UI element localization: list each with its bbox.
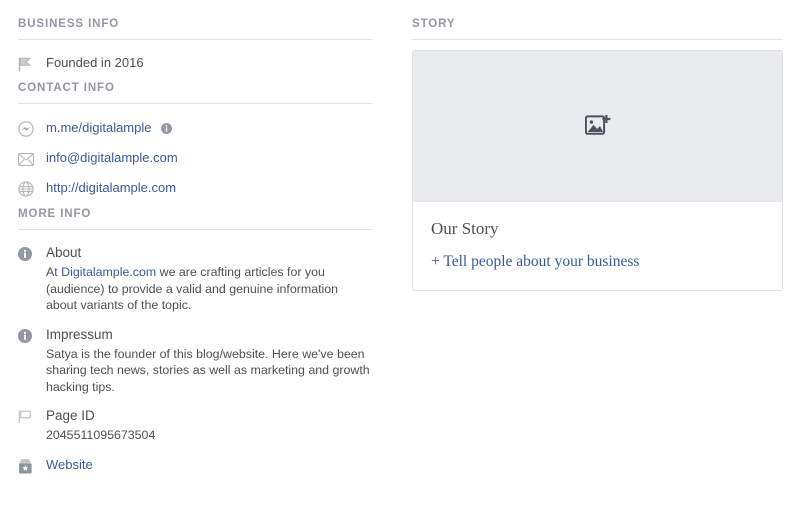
contact-info-section: CONTACT INFO m.me/digitalample info@digi… (18, 82, 372, 204)
story-title: Our Story (431, 219, 499, 238)
divider (18, 103, 372, 104)
business-info-founded-row: Founded in 2016 (18, 50, 372, 78)
flag-outline-icon (18, 408, 38, 426)
about-inline-link[interactable]: Digitalample.com (61, 265, 156, 279)
impressum-body: Impressum Satya is the founder of this b… (46, 326, 372, 396)
impressum-title: Impressum (46, 326, 113, 342)
page-id-row: Page ID 2045511095673504 (18, 403, 372, 452)
messenger-link[interactable]: m.me/digitalample (46, 120, 152, 135)
contact-email-row[interactable]: info@digitalample.com (18, 144, 372, 174)
contact-info-header: CONTACT INFO (18, 82, 115, 94)
divider (18, 229, 372, 230)
envelope-icon (18, 150, 38, 168)
story-section: STORY Our Story + Tell people about your… (412, 18, 783, 291)
impressum-row: Impressum Satya is the founder of this b… (18, 322, 372, 404)
messenger-icon (18, 120, 38, 138)
business-info-section: BUSINESS INFO Founded in 2016 (18, 18, 372, 78)
more-info-section: MORE INFO About At Digitalample.com we a… (18, 208, 372, 482)
business-info-header: BUSINESS INFO (18, 18, 120, 30)
story-header: STORY (412, 18, 456, 30)
divider (412, 39, 783, 40)
globe-icon (18, 180, 38, 198)
website-link[interactable]: Website (46, 457, 93, 472)
right-column: STORY Our Story + Tell people about your… (412, 0, 799, 515)
app-store-icon (18, 457, 38, 475)
business-info-founded-body: Founded in 2016 (46, 54, 372, 71)
contact-website-row[interactable]: http://digitalample.com (18, 174, 372, 204)
page-root: BUSINESS INFO Founded in 2016 CONTACT IN… (0, 0, 799, 515)
page-id-value: 2045511095673504 (46, 428, 156, 442)
about-row: About At Digitalample.com we are craftin… (18, 240, 372, 322)
divider (18, 39, 372, 40)
story-card-body: Our Story + Tell people about your busin… (413, 202, 782, 290)
info-icon[interactable] (160, 123, 172, 134)
left-column: BUSINESS INFO Founded in 2016 CONTACT IN… (0, 0, 390, 515)
website-url-link[interactable]: http://digitalample.com (46, 180, 176, 195)
page-id-title: Page ID (46, 408, 95, 423)
about-body: About At Digitalample.com we are craftin… (46, 244, 372, 314)
about-title: About (46, 245, 82, 260)
page-id-body: Page ID 2045511095673504 (46, 407, 372, 444)
more-info-header: MORE INFO (18, 208, 92, 220)
contact-messenger-row[interactable]: m.me/digitalample (18, 114, 372, 144)
contact-email-body: info@digitalample.com (46, 149, 372, 167)
about-description: At Digitalample.com we are crafting arti… (46, 262, 372, 314)
flag-icon (18, 55, 38, 73)
email-link[interactable]: info@digitalample.com (46, 150, 178, 165)
story-cover-placeholder[interactable] (413, 51, 782, 202)
website-link-body: Website (46, 456, 372, 474)
story-cta-link[interactable]: + Tell people about your business (431, 252, 639, 272)
story-card: Our Story + Tell people about your busin… (412, 50, 783, 291)
add-photo-icon (584, 114, 611, 138)
website-row[interactable]: Website (18, 452, 372, 482)
about-text-prefix: At (46, 265, 62, 279)
info-icon (18, 327, 38, 345)
founded-text: Founded in 2016 (46, 55, 144, 70)
impressum-description: Satya is the founder of this blog/websit… (46, 346, 370, 394)
contact-website-body: http://digitalample.com (46, 179, 372, 197)
info-icon (18, 245, 38, 263)
contact-messenger-body: m.me/digitalample (46, 119, 372, 137)
